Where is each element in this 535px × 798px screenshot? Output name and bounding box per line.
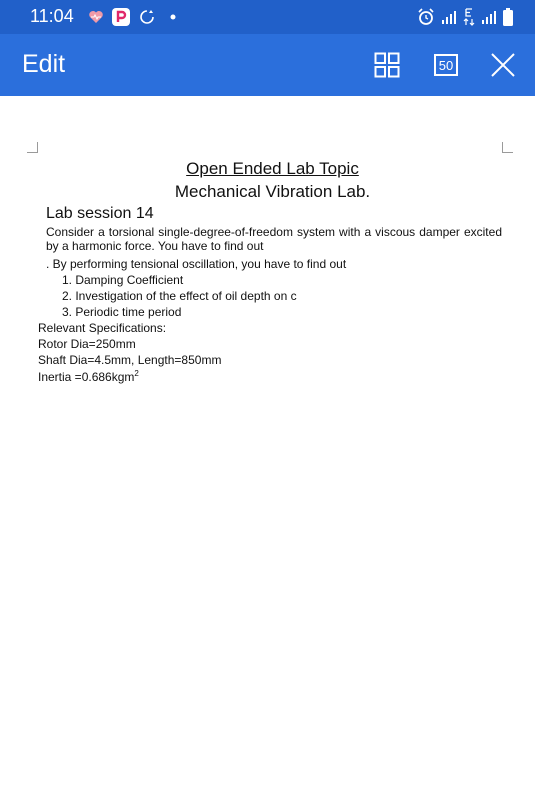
data-edge-icon xyxy=(463,8,475,26)
app-bar: Edit 50 xyxy=(0,34,535,96)
status-time: 11:04 xyxy=(30,6,74,26)
status-left-icons xyxy=(88,7,176,27)
notification-dot-icon xyxy=(170,14,176,20)
problem-paragraph: Consider a torsional single-degree-of-fr… xyxy=(46,225,502,253)
grid-layout-icon xyxy=(374,52,400,78)
doc-title-lab: Mechanical Vibration Lab. xyxy=(174,182,371,201)
battery-icon xyxy=(503,8,513,26)
list-item: 1. Damping Coefficient xyxy=(62,273,184,287)
list-item: 3. Periodic time period xyxy=(62,305,182,319)
inertia-value: Inertia =0.686kgm xyxy=(38,370,135,384)
alarm-icon xyxy=(418,8,434,25)
signal-2-icon xyxy=(482,11,496,24)
shaft-spec: Shaft Dia=4.5mm, Length=850mm xyxy=(38,353,222,367)
intro-line: . By performing tensional oscillation, y… xyxy=(46,257,347,271)
document-page[interactable]: Open Ended Lab Topic Mechanical Vibratio… xyxy=(0,96,535,798)
spec-heading: Relevant Specifications: xyxy=(38,321,167,335)
heart-rate-icon xyxy=(89,11,103,23)
inertia-exponent: 2 xyxy=(134,369,139,378)
page-corner-mark-left xyxy=(27,142,38,153)
sync-icon xyxy=(140,10,154,24)
signal-icon xyxy=(442,11,456,24)
edit-title[interactable]: Edit xyxy=(22,50,65,79)
parking-app-icon xyxy=(112,8,130,26)
inertia-spec: Inertia =0.686kgm2 xyxy=(38,369,139,384)
zoom-level-label: 50 xyxy=(438,57,454,73)
status-right-icons xyxy=(417,7,513,27)
doc-title-topic: Open Ended Lab Topic xyxy=(186,159,359,178)
status-bar: 11:04 xyxy=(0,0,535,34)
zoom-level-button[interactable]: 50 xyxy=(429,48,463,82)
zoom-level-icon: 50 xyxy=(434,54,458,76)
rotor-spec: Rotor Dia=250mm xyxy=(38,337,136,351)
page-corner-mark-right xyxy=(502,142,513,153)
close-button[interactable] xyxy=(486,48,520,82)
layout-button[interactable] xyxy=(370,48,404,82)
lab-session-heading: Lab session 14 xyxy=(46,205,154,222)
close-icon xyxy=(491,53,515,77)
list-item: 2. Investigation of the effect of oil de… xyxy=(62,289,297,303)
